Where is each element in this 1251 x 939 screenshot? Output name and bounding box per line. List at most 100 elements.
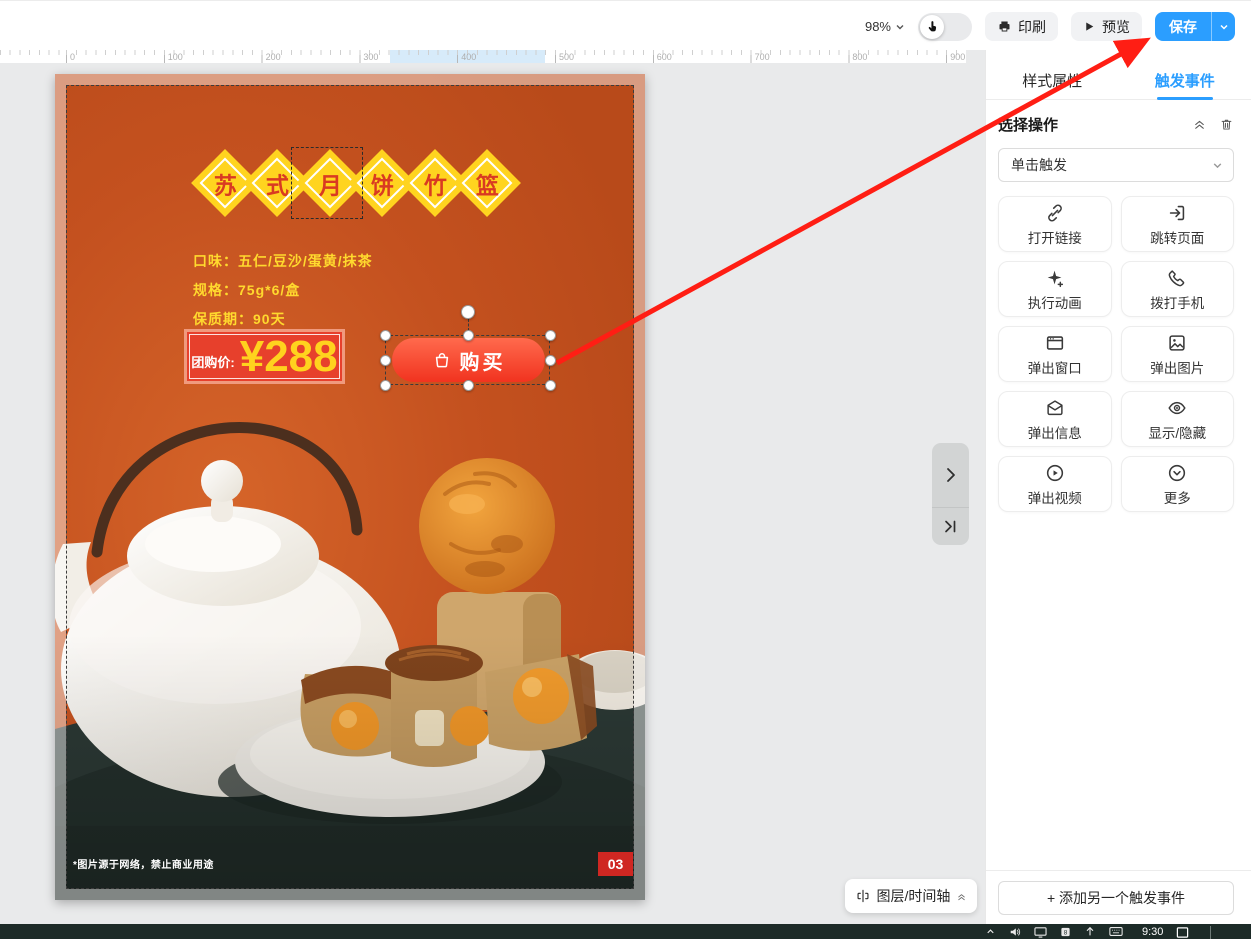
title-diamond[interactable]: 竹 <box>407 155 463 211</box>
show-desktop-divider[interactable] <box>1210 926 1211 939</box>
action-button-label: 弹出视频 <box>1028 487 1082 507</box>
notification-icon[interactable] <box>1176 926 1189 939</box>
action-button-label: 拨打手机 <box>1150 292 1204 312</box>
tray-chevron-up-icon[interactable] <box>985 926 996 937</box>
title-character: 式 <box>266 166 289 200</box>
page-navigation <box>932 443 969 545</box>
action-button-label: 跳转页面 <box>1150 227 1204 247</box>
title-character: 竹 <box>423 166 446 200</box>
page-number-badge: 03 <box>598 852 633 876</box>
app-badge-icon[interactable]: 8 <box>1060 926 1071 938</box>
next-page-button[interactable] <box>932 443 969 507</box>
ruler-label: 500 <box>559 52 574 62</box>
animation-icon <box>1044 267 1066 289</box>
play-icon <box>1083 20 1096 33</box>
action-button-popup-window[interactable]: 弹出窗口 <box>998 326 1112 382</box>
action-button-phone[interactable]: 拨打手机 <box>1121 261 1235 317</box>
ruler-ticks <box>0 50 966 63</box>
popup-window-icon <box>1044 332 1066 354</box>
collapse-icon[interactable] <box>1192 117 1207 132</box>
product-info-line: 规格：75g*6/盒 <box>193 280 373 300</box>
resize-handle-top-right[interactable] <box>545 330 556 341</box>
action-button-label: 弹出信息 <box>1028 422 1082 442</box>
diamond-shape: 竹 <box>409 158 460 209</box>
action-button-more[interactable]: 更多 <box>1121 456 1235 512</box>
save-button-group: 保存 <box>1155 12 1235 41</box>
last-page-button[interactable] <box>932 507 969 545</box>
title-diamond[interactable]: 篮 <box>459 155 515 211</box>
tab-trigger-events[interactable]: 触发事件 <box>1119 62 1251 99</box>
bleed-strip <box>55 74 645 85</box>
top-toolbar: 98% 印刷 预览 保存 <box>0 0 1251 50</box>
jump-page-icon <box>1166 202 1188 224</box>
price-box[interactable]: 团购价: ¥288 <box>184 329 345 384</box>
layers-timeline-button[interactable]: 图层/时间轴 <box>845 879 977 913</box>
svg-text:8: 8 <box>1064 929 1068 936</box>
panel-footer: + 添加另一个触发事件 <box>986 870 1251 924</box>
diamond-shape: 饼 <box>357 158 408 209</box>
trigger-actions-grid: 打开链接跳转页面执行动画 拨打手机弹出窗口 弹出图片弹出信息 显示/隐藏弹出视频 更多 <box>998 196 1234 512</box>
save-dropdown-button[interactable] <box>1211 12 1235 41</box>
zoom-level-control[interactable]: 98% <box>865 19 905 34</box>
action-button-show-hide[interactable]: 显示/隐藏 <box>1121 391 1235 447</box>
action-button-label: 执行动画 <box>1028 292 1082 312</box>
link-icon <box>1044 202 1066 224</box>
popup-image-icon <box>1166 332 1188 354</box>
touch-mode-toggle[interactable] <box>918 13 972 41</box>
action-button-jump-page[interactable]: 跳转页面 <box>1121 196 1235 252</box>
title-character: 饼 <box>371 166 394 200</box>
more-icon <box>1166 462 1188 484</box>
action-button-link[interactable]: 打开链接 <box>998 196 1112 252</box>
keyboard-icon[interactable] <box>1109 926 1123 937</box>
product-info-line: 口味：五仁/豆沙/蛋黄/抹茶 <box>193 251 373 271</box>
preview-button[interactable]: 预览 <box>1071 12 1142 41</box>
layers-timeline-label: 图层/时间轴 <box>877 886 951 906</box>
character-selection-box[interactable] <box>291 147 363 219</box>
ruler-label: 700 <box>755 52 770 62</box>
tab-style-properties[interactable]: 样式属性 <box>986 62 1119 99</box>
action-button-label: 弹出窗口 <box>1028 357 1082 377</box>
add-trigger-button[interactable]: + 添加另一个触发事件 <box>998 881 1234 915</box>
clock[interactable]: 9:30 <box>1142 926 1163 938</box>
element-selection-box[interactable] <box>385 335 550 385</box>
product-info-line: 保质期：90天 <box>193 309 373 329</box>
action-button-label: 更多 <box>1164 487 1191 507</box>
ruler-label: 300 <box>363 52 378 62</box>
chevron-down-icon <box>1219 22 1229 32</box>
trash-icon[interactable] <box>1219 117 1234 132</box>
title-diamond[interactable]: 苏 <box>197 155 253 211</box>
rotation-handle[interactable] <box>461 305 475 319</box>
resize-handle-bottom-left[interactable] <box>380 380 391 391</box>
ruler: 0100200300400500600700800900 <box>0 50 966 63</box>
action-button-animation[interactable]: 执行动画 <box>998 261 1112 317</box>
resize-handle-mid-right[interactable] <box>545 355 556 366</box>
title-character: 篮 <box>476 166 499 200</box>
preview-button-label: 预览 <box>1102 17 1130 37</box>
resize-handle-bottom-center[interactable] <box>463 380 474 391</box>
action-button-popup-video[interactable]: 弹出视频 <box>998 456 1112 512</box>
resize-handle-top-center[interactable] <box>463 330 474 341</box>
trigger-type-select[interactable]: 单击触发 <box>998 148 1234 182</box>
volume-icon[interactable] <box>1009 926 1021 938</box>
action-button-popup-message[interactable]: 弹出信息 <box>998 391 1112 447</box>
properties-panel: 样式属性触发事件 选择操作 单击触发 打开链接跳转页面执行动画拨打手机弹出窗口弹… <box>985 50 1251 924</box>
product-info: 口味：五仁/豆沙/蛋黄/抹茶规格：75g*6/盒保质期：90天 <box>193 251 373 329</box>
resize-handle-top-left[interactable] <box>380 330 391 341</box>
cursor-up-icon[interactable] <box>1084 926 1096 938</box>
phone-icon <box>1166 267 1188 289</box>
toggle-knob <box>920 15 944 39</box>
display-icon[interactable] <box>1034 926 1047 938</box>
print-button[interactable]: 印刷 <box>985 12 1058 41</box>
poster-canvas[interactable]: 苏式月饼竹篮 口味：五仁/豆沙/蛋黄/抹茶规格：75g*6/盒保质期：90天 团… <box>55 74 645 900</box>
resize-handle-mid-left[interactable] <box>380 355 391 366</box>
touch-icon <box>925 20 939 34</box>
save-button[interactable]: 保存 <box>1155 12 1211 41</box>
action-button-popup-image[interactable]: 弹出图片 <box>1121 326 1235 382</box>
show-hide-icon <box>1166 397 1188 419</box>
double-chevron-up-icon <box>956 891 967 902</box>
price-label: 团购价: <box>191 352 234 371</box>
chevron-right-bar-icon <box>943 520 958 533</box>
resize-handle-bottom-right[interactable] <box>545 380 556 391</box>
ruler-label: 600 <box>657 52 672 62</box>
ruler-label: 100 <box>168 52 183 62</box>
